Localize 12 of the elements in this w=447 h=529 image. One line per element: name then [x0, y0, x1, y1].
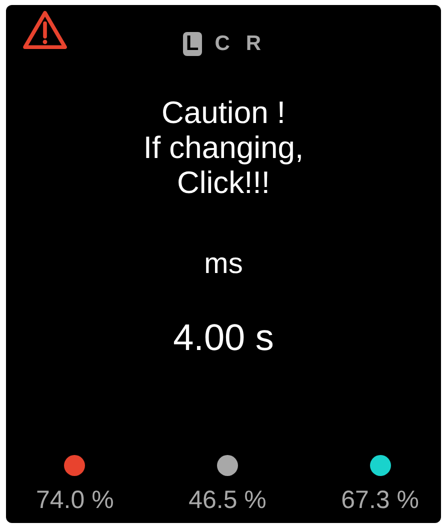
percent-reading: 46.5 %	[188, 486, 266, 515]
warning-icon	[22, 10, 68, 50]
percent-reading: 74.0 %	[36, 486, 114, 515]
channel-option[interactable]: L	[182, 32, 202, 56]
unit-label: ms	[204, 248, 243, 281]
caution-message: If changing,	[143, 130, 304, 165]
channel-option[interactable]: R	[242, 32, 264, 56]
caution-message: Caution !	[161, 95, 286, 130]
channel-option[interactable]: C	[212, 32, 233, 56]
caution-message: Click!!!	[177, 165, 270, 200]
percent-reading: 67.3 %	[341, 486, 419, 515]
time-value: 4.00 s	[173, 317, 274, 359]
